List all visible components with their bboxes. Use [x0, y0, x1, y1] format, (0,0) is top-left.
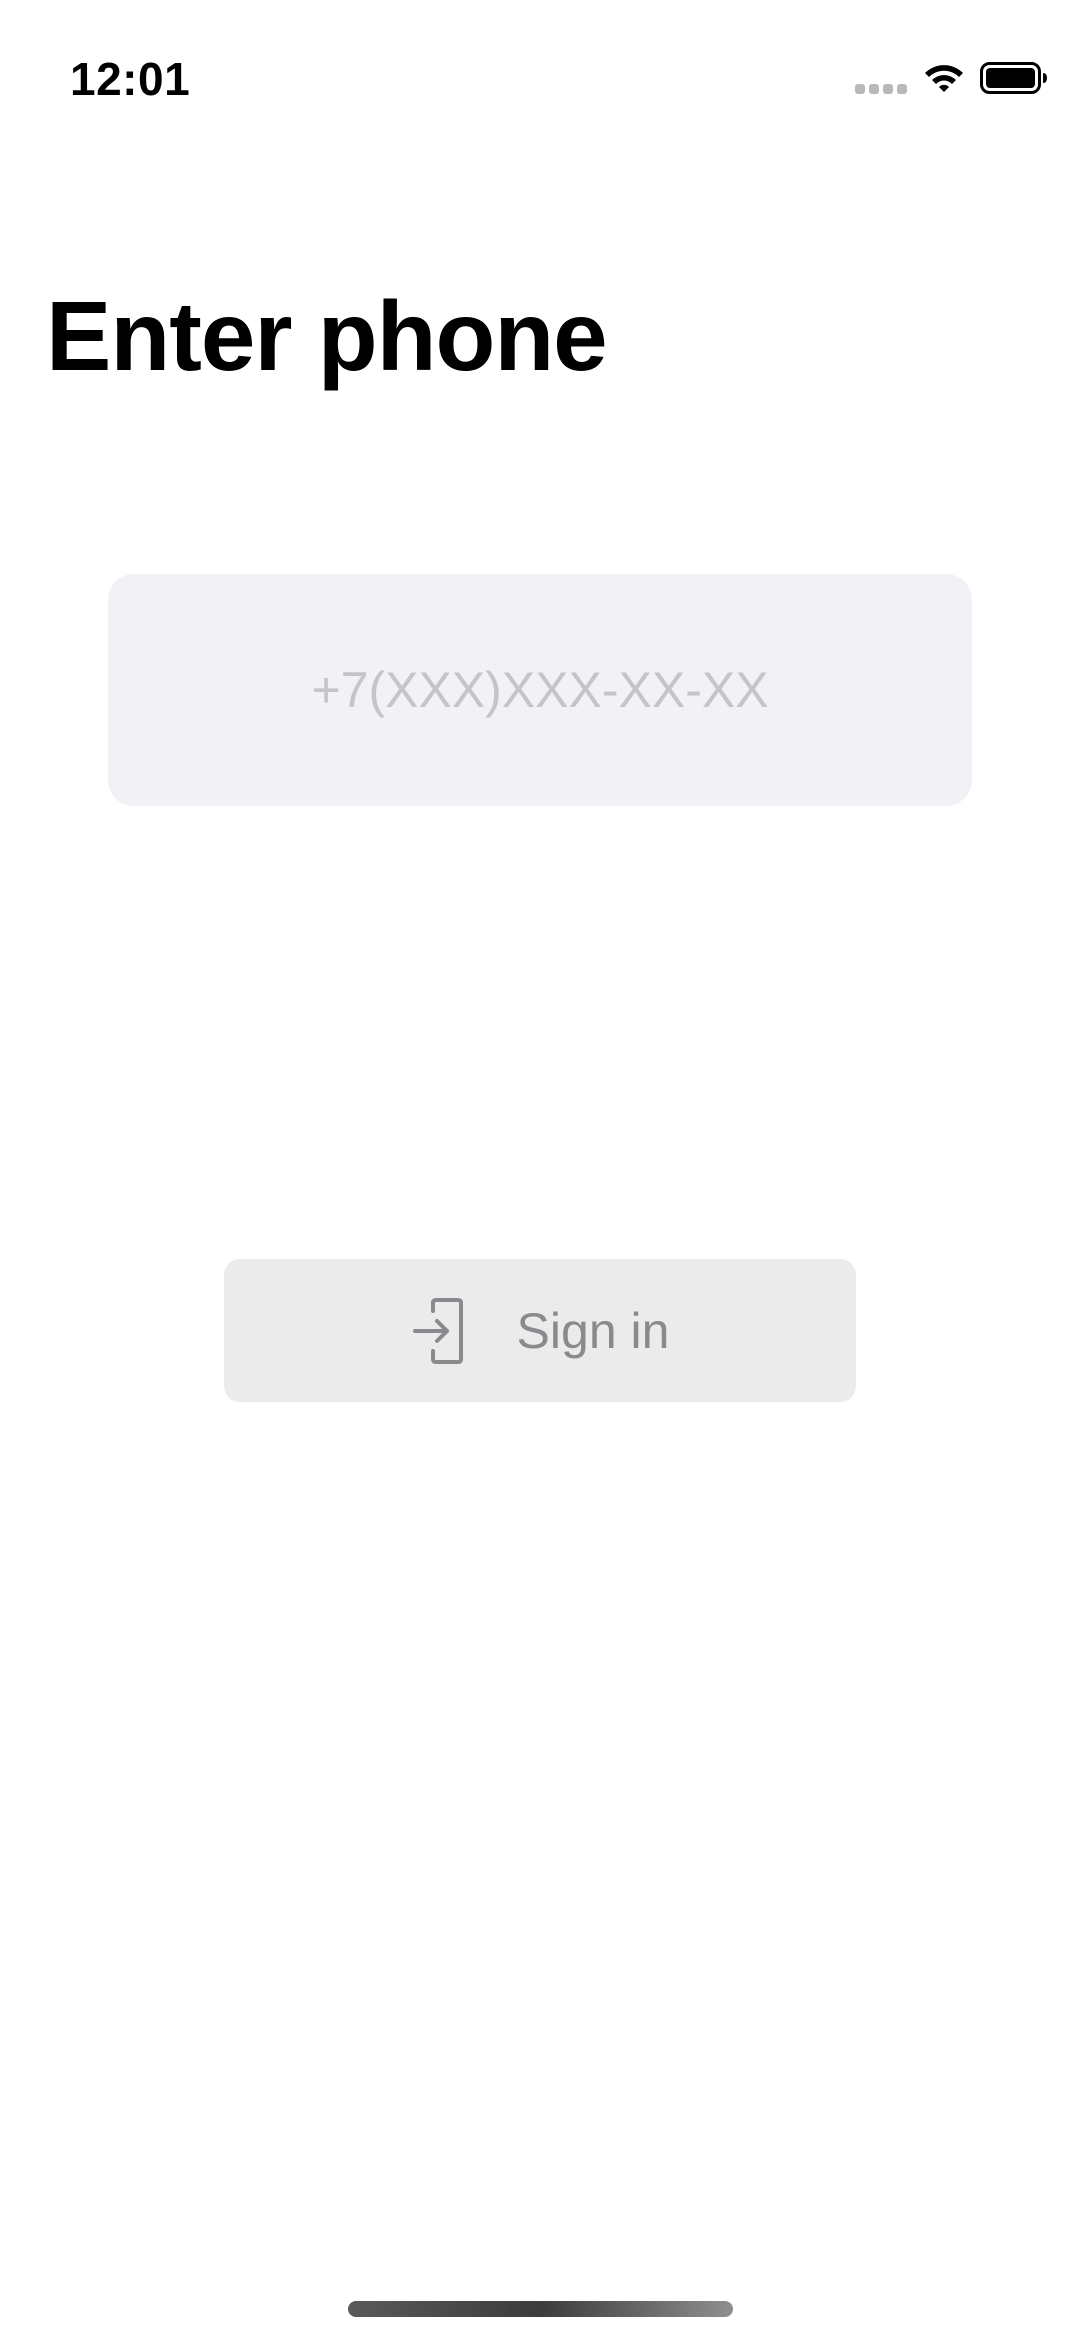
phone-field[interactable]: [108, 573, 972, 807]
sign-in-icon: [412, 1297, 463, 1364]
sign-in-label: Sign in: [516, 1302, 670, 1359]
home-indicator[interactable]: [348, 2301, 733, 2317]
wifi-icon: [925, 65, 963, 92]
phone-input[interactable]: [108, 573, 972, 807]
sign-in-button[interactable]: Sign in: [224, 1259, 856, 1402]
signal-icon: [855, 84, 907, 94]
status-time: 12:01: [70, 53, 191, 105]
status-bar: 12:01: [0, 0, 1080, 150]
page-title: Enter phone: [46, 281, 608, 391]
battery-icon: [980, 62, 1047, 94]
